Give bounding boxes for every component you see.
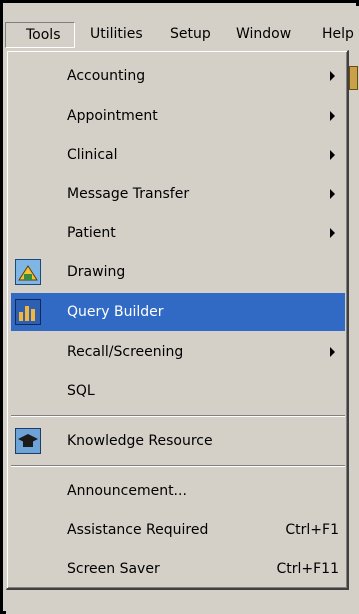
menu-item-announcement[interactable]: Announcement... [11,472,345,510]
menu-item-appointment[interactable]: Appointment [11,97,345,135]
submenu-arrow-icon [330,111,335,121]
menu-item-clinical[interactable]: Clinical [11,136,345,174]
menu-item-patient[interactable]: Patient [11,214,345,252]
menu-item-assistance-required[interactable]: Assistance Required Ctrl+F1 [11,511,345,549]
menu-help-label: Help [322,26,354,42]
menu-item-label: Screen Saver [67,561,160,577]
background-toolbar-button [349,66,358,90]
menu-item-recall-screening[interactable]: Recall/Screening [11,333,345,371]
submenu-arrow-icon [330,150,335,160]
menu-item-accounting[interactable]: Accounting [11,57,345,95]
menu-item-label: Knowledge Resource [67,433,213,449]
menu-item-sql[interactable]: SQL [11,372,345,410]
submenu-arrow-icon [330,71,335,81]
submenu-arrow-icon [330,228,335,238]
menu-item-knowledge-resource[interactable]: Knowledge Resource [11,422,345,460]
menu-item-label: SQL [67,383,95,399]
background-window-edge [348,52,357,532]
menu-item-shortcut: Ctrl+F1 [285,522,339,538]
knowledge-resource-icon-graphic [18,434,38,447]
query-builder-icon [15,299,41,325]
submenu-arrow-icon [330,347,335,357]
drawing-icon-graphic [18,265,38,281]
menu-item-drawing[interactable]: Drawing [11,253,345,291]
menu-item-label: Patient [67,225,116,241]
menu-setup-label: Setup [170,26,211,42]
menu-item-label: Accounting [67,68,146,84]
menu-item-shortcut: Ctrl+F11 [276,561,339,577]
menu-item-label: Appointment [67,108,158,124]
knowledge-resource-icon [15,428,41,454]
query-builder-icon-graphic [19,306,35,321]
menu-item-label: Recall/Screening [67,344,184,360]
tools-dropdown-menu: Accounting Appointment Clinical Message … [6,50,349,590]
menu-window-label: Window [236,26,292,42]
menu-separator [11,465,345,467]
menu-window[interactable]: Window [233,22,311,48]
menu-help[interactable]: Help [319,22,359,48]
menu-utilities-label: Utilities [90,26,143,42]
menu-item-label: Message Transfer [67,186,190,202]
menu-setup[interactable]: Setup [167,22,231,48]
menu-item-label: Assistance Required [67,522,209,538]
menu-item-message-transfer[interactable]: Message Transfer [11,175,345,213]
submenu-arrow-icon [330,189,335,199]
drawing-icon [15,259,41,285]
menu-tools[interactable]: Tools [5,22,75,48]
menu-tools-label: Tools [26,27,61,43]
menu-bar: Tools Utilities Setup Window Help [5,22,359,49]
menu-utilities[interactable]: Utilities [87,22,157,48]
menu-separator [11,415,345,417]
menu-item-query-builder[interactable]: Query Builder [11,293,345,331]
menu-item-label: Clinical [67,147,118,163]
menu-item-label: Drawing [67,264,126,280]
menu-item-screen-saver[interactable]: Screen Saver Ctrl+F11 [11,550,345,588]
menu-item-label: Announcement... [67,483,187,499]
menu-item-label: Query Builder [67,304,164,320]
